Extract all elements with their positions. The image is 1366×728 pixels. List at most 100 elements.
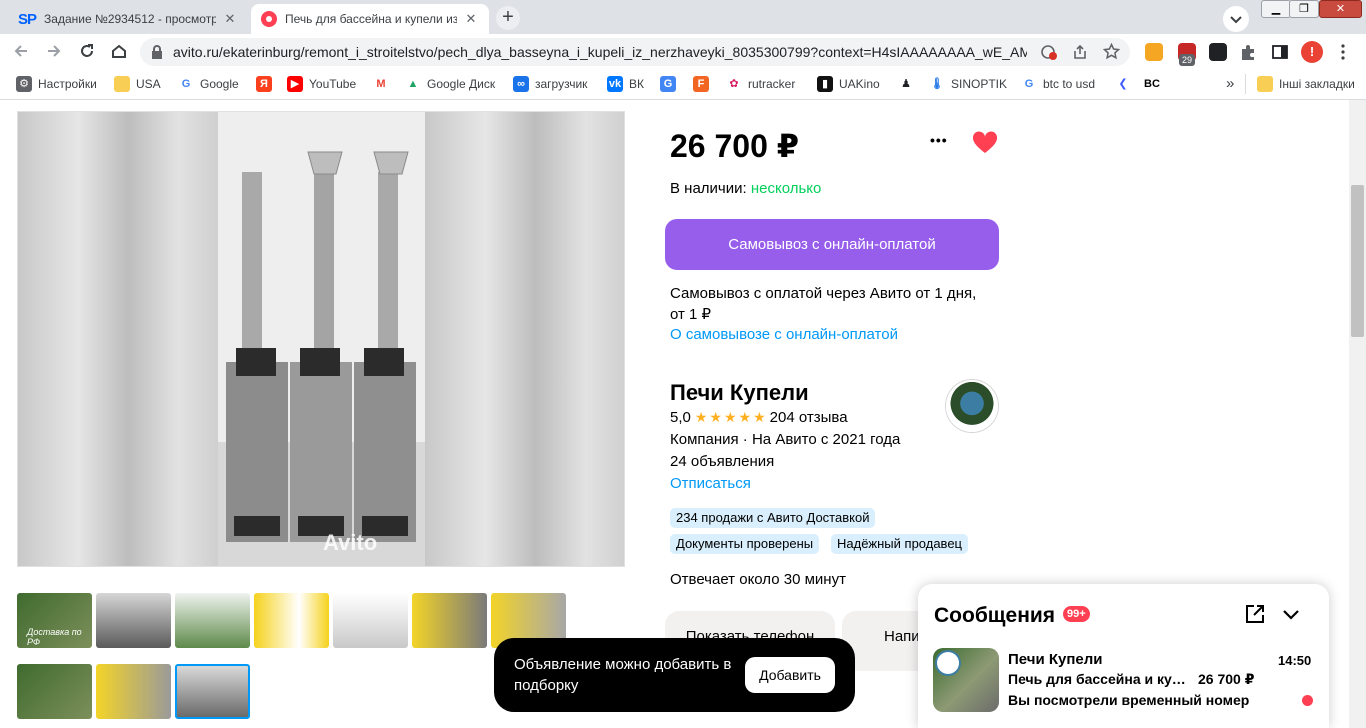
url-text[interactable]: avito.ru/ekaterinburg/remont_i_stroitels…	[173, 43, 1027, 61]
thumbnail-8[interactable]	[17, 664, 92, 719]
gear-icon: ⚙	[16, 76, 32, 92]
bookmark-item[interactable]: BC	[1144, 76, 1166, 92]
chat-thumbnail[interactable]	[933, 648, 999, 712]
bookmark-item[interactable]: ∞ загрузчик	[513, 76, 587, 92]
thumbnail-9[interactable]	[96, 664, 171, 719]
google-icon: G	[178, 76, 194, 92]
share-icon[interactable]	[1072, 44, 1088, 60]
thumbnail-2[interactable]	[96, 593, 171, 648]
thumbnail-4[interactable]	[254, 593, 329, 648]
shield-extension-icon[interactable]	[1145, 43, 1163, 61]
bookmark-item[interactable]: G	[660, 76, 682, 92]
unsubscribe-link[interactable]: Отписаться	[670, 475, 751, 492]
thumbnail-6[interactable]	[412, 593, 487, 648]
pickup-description: Самовывоз с оплатой через Авито от 1 дня…	[670, 285, 977, 323]
bookmark-item[interactable]: F	[693, 76, 715, 92]
bookmark-item[interactable]: USA	[114, 76, 161, 92]
bookmark-item[interactable]: ⚙ Настройки	[16, 76, 97, 92]
favorite-button[interactable]	[972, 131, 998, 155]
unread-dot	[1302, 695, 1313, 706]
reply-time: Отвечает около 30 минут	[670, 571, 846, 588]
tab-close-icon[interactable]: ✕	[222, 11, 238, 27]
tab-close-icon[interactable]: ✕	[463, 11, 479, 27]
bookmark-item[interactable]: ▲ Google Диск	[405, 76, 495, 92]
seller-rating: 5,0 ★ ★ ★ ★ ★ 204 отзыва	[670, 409, 848, 426]
puzzle-icon[interactable]	[1239, 43, 1257, 61]
bookmark-label: SINOPTIK	[951, 77, 1008, 91]
bookmark-label: загрузчик	[535, 77, 588, 91]
bookmark-item[interactable]: Я	[256, 76, 278, 92]
more-actions-button[interactable]: •••	[930, 132, 948, 148]
chat-avatar	[937, 652, 959, 674]
bookmark-item[interactable]: ✿ rutracker	[726, 76, 795, 92]
bookmark-item[interactable]: ▮ UAKino	[817, 76, 880, 92]
bc-icon: BC	[1144, 76, 1160, 92]
reload-icon	[81, 44, 93, 57]
open-messenger-button[interactable]	[1244, 603, 1266, 625]
thumbnail-5[interactable]	[333, 593, 408, 648]
window-restore-button[interactable]: ❐	[1289, 0, 1319, 18]
thermometer-icon: 🌡	[929, 76, 945, 92]
new-tab-button[interactable]: +	[496, 6, 520, 30]
thumbnail-1[interactable]: Доставка по РФ	[17, 593, 92, 648]
bookmark-item[interactable]: Gbtc to usd	[1021, 76, 1095, 92]
scrollbar-thumb[interactable]	[1351, 185, 1364, 337]
bookmark-item[interactable]: 🌡 SINOPTIK	[929, 76, 1007, 92]
product-image[interactable]: Avito	[17, 111, 625, 567]
profile-avatar[interactable]: !	[1301, 41, 1323, 63]
reviews-link[interactable]: 204 отзыва	[770, 409, 848, 426]
pickup-online-payment-button[interactable]: Самовывоз с онлайн-оплатой	[665, 219, 999, 270]
chat-subject[interactable]: Печь для бассейна и купели из нержавейки	[1008, 671, 1188, 687]
dark-extension-icon[interactable]	[1209, 43, 1227, 61]
thumbnail-caption: Доставка по РФ	[27, 627, 82, 647]
lock-icon[interactable]	[150, 44, 164, 60]
seller-name[interactable]: Печи Купели	[670, 380, 809, 406]
unread-count-badge: 99+	[1063, 606, 1090, 622]
star-bookmark-icon[interactable]	[1103, 43, 1120, 60]
back-button[interactable]	[12, 42, 30, 60]
chat-price: 26 700 ₽	[1198, 671, 1255, 687]
messages-title[interactable]: Сообщения	[934, 604, 1055, 628]
blocked-cookie-icon[interactable]	[1041, 44, 1057, 60]
forward-button[interactable]	[45, 42, 63, 60]
drive-icon: ▲	[405, 76, 421, 92]
bookmark-item[interactable]: G Google	[178, 76, 239, 92]
window-close-button[interactable]: ✕	[1319, 0, 1362, 18]
bookmark-item[interactable]: ▶ YouTube	[287, 76, 356, 92]
bookmark-item[interactable]: M	[373, 76, 395, 92]
reload-button[interactable]	[78, 42, 96, 60]
collapse-messages-button[interactable]	[1280, 603, 1302, 625]
google-icon: G	[1021, 76, 1037, 92]
more-bookmarks-button[interactable]: »	[1226, 75, 1234, 92]
translate-icon: G	[660, 76, 676, 92]
sp-favicon-icon: SP	[18, 10, 37, 28]
tab-avito-active[interactable]: Печь для бассейна и купели из ✕	[251, 4, 489, 34]
bookmark-label: UAKino	[839, 77, 880, 91]
home-button[interactable]	[110, 42, 128, 60]
toast-add-button[interactable]: Добавить	[745, 657, 835, 693]
chrome-menu-icon[interactable]	[1334, 43, 1352, 61]
badge-delivery-sales: 234 продажи с Авито Доставкой	[670, 508, 876, 528]
home-icon	[112, 44, 126, 58]
chat-seller-name[interactable]: Печи Купели	[1008, 651, 1103, 668]
chevron-down-icon	[1230, 16, 1242, 24]
stoves-illustration	[218, 112, 425, 566]
tab-task[interactable]: SP Задание №2934512 - просмотр ✕	[8, 4, 248, 34]
uakino-icon: ▮	[817, 76, 833, 92]
side-panel-icon[interactable]	[1271, 43, 1289, 61]
thumbnail-3[interactable]	[175, 593, 250, 648]
pickup-info-link[interactable]: О самовывозе с онлайн-оплатой	[670, 326, 898, 343]
bookmark-item[interactable]: ♟	[898, 76, 920, 92]
other-bookmarks-folder[interactable]: Інші закладки	[1257, 76, 1355, 92]
bookmark-label: Google	[200, 77, 239, 91]
tab-search-button[interactable]	[1223, 6, 1249, 32]
bookmark-item[interactable]: vk ВК	[607, 76, 644, 92]
bookmark-item[interactable]: ❮	[1115, 76, 1137, 92]
thumbnail-10-selected[interactable]	[175, 664, 250, 719]
window-minimize-button[interactable]: ▁	[1261, 0, 1291, 18]
chat-preview[interactable]: Вы посмотрели временный номер	[1008, 692, 1264, 708]
image-blur-right	[425, 112, 624, 566]
seller-avatar[interactable]	[946, 380, 998, 432]
folder-icon	[1257, 76, 1273, 92]
seller-ad-count[interactable]: 24 объявления	[670, 453, 774, 470]
